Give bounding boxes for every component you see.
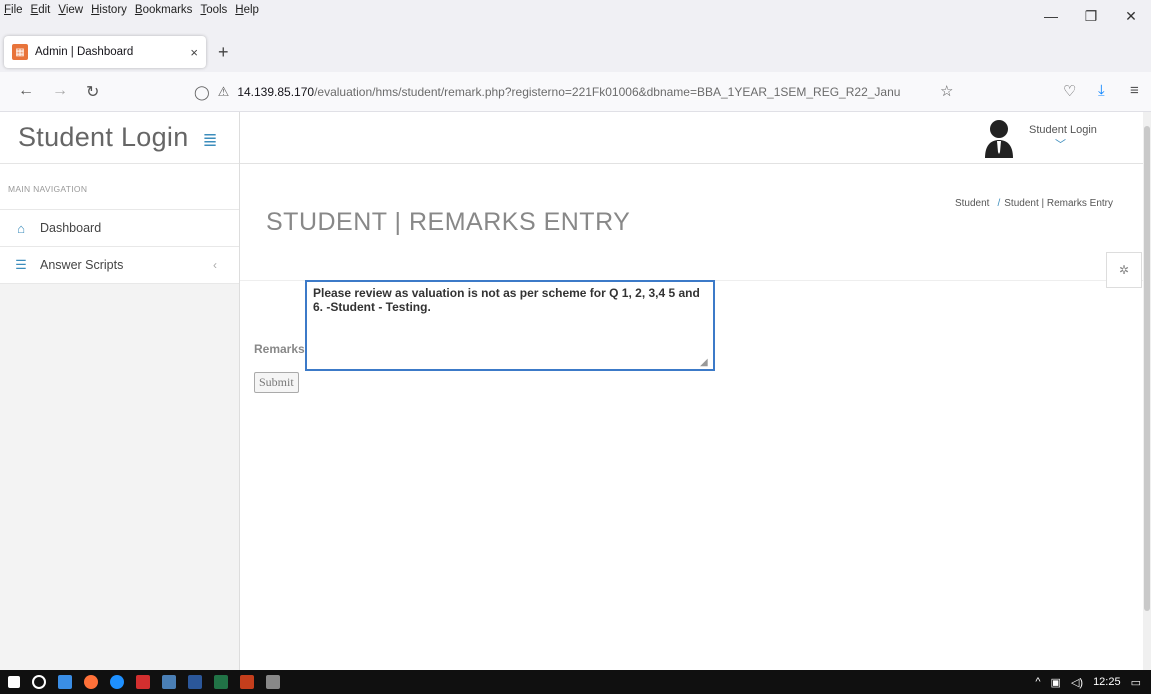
back-icon[interactable]: ← [18, 82, 34, 100]
minimize-icon[interactable]: — [1031, 0, 1071, 32]
acrobat-icon[interactable] [136, 675, 150, 689]
breadcrumb-separator: / [997, 198, 1001, 209]
bookmark-star-icon[interactable]: ☆ [940, 82, 953, 100]
breadcrumb: Student / Student | Remarks Entry [955, 198, 1113, 209]
user-menu-label[interactable]: Student Login [1029, 124, 1097, 136]
windows-start-icon[interactable] [8, 676, 20, 688]
menu-file[interactable]: File [4, 4, 23, 16]
url-bar[interactable]: ◯ ⚠ 14.139.85.170 /evaluation/hms/studen… [186, 78, 956, 106]
windows-taskbar: ^ ▣ ◁) 12:25 ▭ [0, 670, 1151, 694]
network-icon[interactable]: ▣ [1051, 676, 1061, 689]
page-scrollbar[interactable] [1143, 112, 1151, 670]
sidebar-item-answer-scripts[interactable]: ☰ Answer Scripts ‹ [0, 247, 239, 284]
firefox-icon[interactable] [84, 675, 98, 689]
tab-close-icon[interactable]: × [190, 45, 198, 60]
brand-header: Student Login ≣ [0, 112, 239, 164]
page-viewport: Student Login ≣ MAIN NAVIGATION ⌂ Dashbo… [0, 112, 1151, 670]
navigation-toolbar: ← → ↻ ◯ ⚠ 14.139.85.170 /evaluation/hms/… [0, 72, 1151, 112]
insecure-lock-icon[interactable]: ⚠ [218, 84, 230, 100]
download-icon[interactable]: ⤓ [1098, 82, 1105, 99]
page-title: STUDENT | REMARKS ENTRY [266, 208, 631, 236]
sidebar-item-dashboard[interactable]: ⌂ Dashboard [0, 210, 239, 247]
powerpoint-icon[interactable] [240, 675, 254, 689]
remarks-textarea[interactable]: Please review as valuation is not as per… [305, 280, 715, 371]
scrollbar-thumb[interactable] [1144, 126, 1150, 611]
menu-bar: File Edit View History Bookmarks Tools H… [0, 0, 1151, 32]
menu-view[interactable]: View [58, 4, 83, 16]
sidebar: Student Login ≣ MAIN NAVIGATION ⌂ Dashbo… [0, 112, 240, 670]
window-controls: — ❐ ✕ [1031, 0, 1151, 32]
breadcrumb-root[interactable]: Student [955, 198, 989, 209]
breadcrumb-current: Student | Remarks Entry [1004, 198, 1113, 209]
textarea-resize-handle[interactable]: ◢ [700, 357, 708, 368]
pocket-icon[interactable]: ♡ [1063, 82, 1076, 100]
browser-tab[interactable]: ▦ Admin | Dashboard × [4, 36, 206, 68]
new-tab-icon[interactable]: + [218, 42, 229, 63]
forward-icon[interactable]: → [52, 82, 68, 100]
word-icon[interactable] [188, 675, 202, 689]
menu-bookmarks[interactable]: Bookmarks [135, 4, 193, 16]
tab-title: Admin | Dashboard [35, 46, 134, 58]
brand-logo[interactable]: Student Login [18, 122, 189, 153]
menu-edit[interactable]: Edit [31, 4, 51, 16]
sidebar-item-label: Answer Scripts [40, 258, 124, 272]
menu-help[interactable]: Help [235, 4, 259, 16]
chevron-down-icon[interactable]: ﹀ [1055, 136, 1066, 152]
sidebar-item-label: Dashboard [40, 221, 102, 235]
gear-icon: ✲ [1118, 263, 1130, 277]
system-tray: ^ ▣ ◁) 12:25 ▭ [1035, 670, 1151, 694]
file-explorer-icon[interactable] [58, 675, 72, 689]
url-path: /evaluation/hms/student/remark.php?regis… [314, 85, 901, 99]
shield-icon[interactable]: ◯ [194, 84, 210, 101]
excel-icon[interactable] [214, 675, 228, 689]
chevron-left-icon: ‹ [213, 258, 217, 272]
home-icon: ⌂ [17, 220, 25, 236]
calculator-icon[interactable] [266, 675, 280, 689]
list-icon: ☰ [15, 257, 27, 272]
menu-tools[interactable]: Tools [200, 4, 227, 16]
nav-header: MAIN NAVIGATION [0, 164, 239, 210]
volume-icon[interactable]: ◁) [1071, 676, 1083, 689]
edge-icon[interactable] [110, 675, 124, 689]
main-content: STUDENT | REMARKS ENTRY Student / Student … [240, 164, 1143, 670]
restore-icon[interactable]: ❐ [1071, 0, 1111, 32]
close-window-icon[interactable]: ✕ [1111, 0, 1151, 32]
search-icon[interactable] [32, 675, 46, 689]
top-navbar: Student Login ﹀ [240, 112, 1151, 670]
url-host: 14.139.85.170 [237, 85, 315, 99]
tray-chevron-up-icon[interactable]: ^ [1035, 676, 1040, 688]
settings-gear-button[interactable]: ✲ [1106, 252, 1142, 288]
remarks-label: Remarks: [254, 342, 309, 356]
tab-strip: ▦ Admin | Dashboard × + [0, 32, 1151, 72]
menu-history[interactable]: History [91, 4, 127, 16]
notifications-icon[interactable]: ▭ [1131, 676, 1141, 689]
app-menu-icon[interactable]: ≡ [1130, 82, 1139, 99]
sidebar-toggle-icon[interactable]: ≣ [203, 130, 218, 151]
user-avatar-icon[interactable] [984, 118, 1014, 158]
app-icon[interactable] [162, 675, 176, 689]
favicon-icon: ▦ [12, 44, 28, 60]
clock[interactable]: 12:25 [1093, 676, 1121, 688]
reload-icon[interactable]: ↻ [86, 82, 99, 102]
submit-button[interactable]: Submit [254, 372, 299, 393]
